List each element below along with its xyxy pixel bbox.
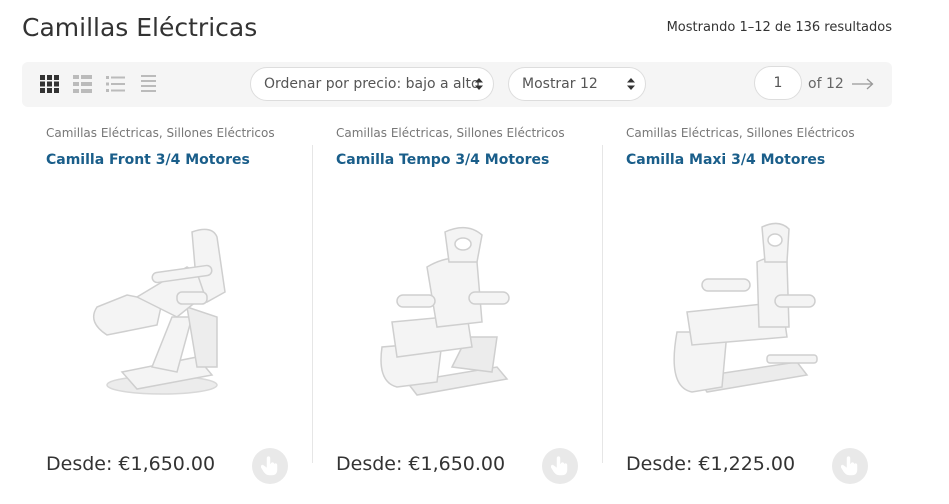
grid-small-icon[interactable] xyxy=(73,75,92,93)
electric-stretcher-image[interactable] xyxy=(67,207,267,407)
add-to-cart-button[interactable] xyxy=(832,448,868,484)
sort-select[interactable]: Ordenar por precio: bajo a alto xyxy=(250,67,494,101)
product-categories: Camillas Eléctricas, Sillones Eléctricos xyxy=(626,126,855,140)
product-price: Desde: €1,225.00 xyxy=(626,453,796,475)
list-compact-icon[interactable] xyxy=(139,75,158,93)
product-categories: Camillas Eléctricas, Sillones Eléctricos xyxy=(336,126,565,140)
select-updown-icon xyxy=(627,78,635,90)
product-title-link[interactable]: Camilla Front 3/4 Motores xyxy=(46,152,250,168)
select-updown-icon xyxy=(475,78,483,90)
grid-large-icon[interactable] xyxy=(40,75,59,93)
product-price: Desde: €1,650.00 xyxy=(46,453,216,475)
product-categories: Camillas Eléctricas, Sillones Eléctricos xyxy=(46,126,275,140)
per-page-select-label: Mostrar 12 xyxy=(522,76,598,92)
electric-stretcher-image[interactable] xyxy=(647,207,847,407)
page-title: Camillas Eléctricas xyxy=(22,13,258,42)
product-card: Camillas Eléctricas, Sillones Eléctricos… xyxy=(312,107,602,504)
view-mode-switcher xyxy=(40,75,158,93)
shop-toolbar: Ordenar por precio: bajo a alto Mostrar … xyxy=(22,62,892,107)
product-title-link[interactable]: Camilla Maxi 3/4 Motores xyxy=(626,152,825,168)
add-to-cart-button[interactable] xyxy=(252,448,288,484)
sort-select-label: Ordenar por precio: bajo a alto xyxy=(264,76,480,92)
list-icon[interactable] xyxy=(106,75,125,93)
product-card: Camillas Eléctricas, Sillones Eléctricos… xyxy=(22,107,312,504)
arrow-right-icon[interactable] xyxy=(852,78,874,90)
page-number-input[interactable] xyxy=(754,66,802,100)
product-grid: Camillas Eléctricas, Sillones Eléctricos… xyxy=(22,107,892,504)
product-price: Desde: €1,650.00 xyxy=(336,453,506,475)
hand-pointer-icon xyxy=(261,456,278,476)
electric-stretcher-image[interactable] xyxy=(357,207,557,407)
per-page-select[interactable]: Mostrar 12 xyxy=(508,67,646,101)
add-to-cart-button[interactable] xyxy=(542,448,578,484)
hand-pointer-icon xyxy=(551,456,568,476)
hand-pointer-icon xyxy=(841,456,858,476)
product-card: Camillas Eléctricas, Sillones Eléctricos… xyxy=(602,107,892,504)
page-total-label: of 12 xyxy=(808,76,844,92)
result-count: Mostrando 1–12 de 136 resultados xyxy=(666,20,892,35)
product-title-link[interactable]: Camilla Tempo 3/4 Motores xyxy=(336,152,549,168)
